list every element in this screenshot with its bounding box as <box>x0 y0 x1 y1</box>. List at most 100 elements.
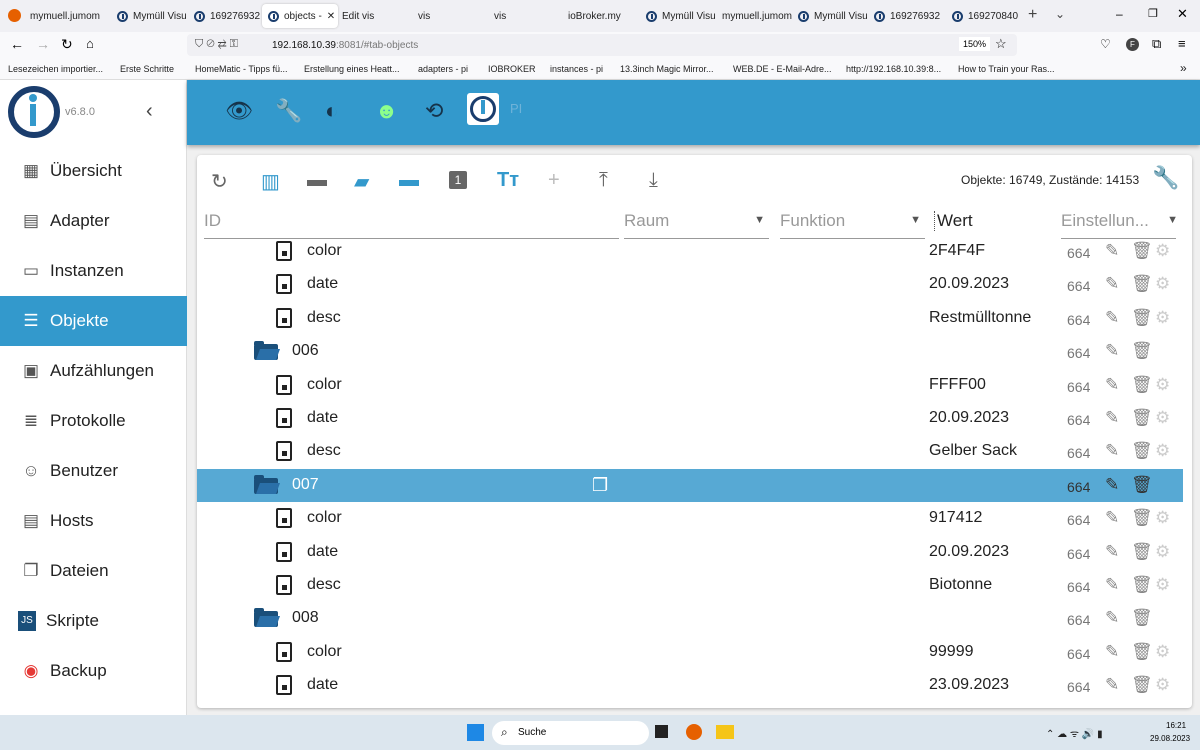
bookmark-item[interactable]: Erstellung eines Heatt... <box>304 64 400 74</box>
edit-pencil-icon[interactable]: ✎ <box>1105 241 1119 261</box>
sidebar-item-benutzer[interactable]: ☺ Benutzer <box>0 446 187 496</box>
table-row[interactable]: date 23.09.2023 664 ✎ 🗑 ⚙ <box>197 669 1183 702</box>
delete-trash-icon[interactable]: 🗑 <box>1131 475 1153 495</box>
bookmark-item[interactable]: Erste Schritte <box>120 64 174 74</box>
sidebar-item-adapter[interactable]: ▤ Adapter <box>0 196 187 246</box>
table-row[interactable]: 007 ❐ 664 ✎ 🗑 <box>197 468 1183 502</box>
expand-one-level-button[interactable]: ▬ <box>399 169 419 192</box>
browser-tab[interactable]: Mymüll Visu <box>117 4 191 28</box>
sync-disabled-icon[interactable]: ⟲ <box>425 98 443 124</box>
edit-pencil-icon[interactable]: ✎ <box>1105 308 1119 328</box>
browser-tab[interactable]: mymuell.jumom <box>30 4 104 28</box>
settings-gear-icon[interactable]: ⚙ <box>1155 308 1170 328</box>
firefox-taskbar-icon[interactable] <box>686 724 702 740</box>
edit-pencil-icon[interactable]: ✎ <box>1105 341 1119 361</box>
settings-gear-icon[interactable]: ⚙ <box>1155 508 1170 528</box>
columns-button[interactable]: ▥ <box>261 169 280 194</box>
system-tray-icons[interactable]: ⌃ ☁ ᯤ 🔊 ▮ <box>1046 726 1103 740</box>
copy-icon[interactable]: ❐ <box>592 475 608 496</box>
bookmark-item[interactable]: adapters - pi <box>418 64 468 74</box>
reload-button[interactable]: ↻ <box>61 36 73 53</box>
sidebar-item-dateien[interactable]: ❐ Dateien <box>0 546 187 596</box>
sidebar-item-aufzählungen[interactable]: ▣ Aufzählungen <box>0 346 187 396</box>
home-button[interactable]: ⌂ <box>86 36 94 51</box>
table-row[interactable]: date 20.09.2023 664 ✎ 🗑 ⚙ <box>197 536 1183 569</box>
file-explorer-icon[interactable] <box>716 725 734 739</box>
extensions-icon[interactable]: ⧉ <box>1152 36 1161 52</box>
collapse-all-button[interactable]: ▬ <box>307 169 327 192</box>
task-view-icon[interactable] <box>655 725 668 738</box>
delete-trash-icon[interactable]: 🗑 <box>1131 642 1153 662</box>
settings-gear-icon[interactable]: ⚙ <box>1155 241 1170 261</box>
table-row[interactable]: date 20.09.2023 664 ✎ 🗑 ⚙ <box>197 268 1183 301</box>
delete-trash-icon[interactable]: 🗑 <box>1131 508 1153 528</box>
edit-pencil-icon[interactable]: ✎ <box>1105 542 1119 562</box>
delete-trash-icon[interactable]: 🗑 <box>1131 408 1153 428</box>
sidebar-item-instanzen[interactable]: ▭ Instanzen <box>0 246 187 296</box>
bookmark-item[interactable]: WEB.DE - E-Mail-Adre... <box>733 64 832 74</box>
table-row[interactable]: 008 664 ✎ 🗑 <box>197 602 1183 635</box>
edit-pencil-icon[interactable]: ✎ <box>1105 408 1119 428</box>
wrench-icon[interactable]: 🔧 <box>275 98 302 124</box>
edit-pencil-icon[interactable]: ✎ <box>1105 642 1119 662</box>
delete-trash-icon[interactable]: 🗑 <box>1131 675 1153 695</box>
settings-gear-icon[interactable]: ⚙ <box>1155 542 1170 562</box>
host-logo-icon[interactable] <box>467 93 499 125</box>
taskbar-search[interactable]: ⌕ Suche <box>492 721 649 745</box>
windows-start-icon[interactable] <box>467 724 484 741</box>
pocket-icon[interactable]: ♡ <box>1100 37 1111 51</box>
settings-gear-icon[interactable]: ⚙ <box>1155 642 1170 662</box>
bookmark-item[interactable]: IOBROKER <box>488 64 536 74</box>
sidebar-item-objekte[interactable]: ☰ Objekte <box>0 296 187 346</box>
clock-time[interactable]: 16:21 <box>1166 721 1186 730</box>
collapse-one-level-button[interactable]: 1 <box>449 171 467 189</box>
text-size-button[interactable]: Tт <box>497 169 519 192</box>
browser-tab[interactable]: ioBroker.my <box>568 4 642 28</box>
download-button[interactable]: ⤓ <box>649 169 658 192</box>
table-row[interactable]: desc Biotonne 664 ✎ 🗑 ⚙ <box>197 569 1183 602</box>
browser-tab[interactable]: vis <box>418 4 492 28</box>
minimize-button[interactable]: – <box>1116 7 1123 21</box>
delete-trash-icon[interactable]: 🗑 <box>1131 608 1153 628</box>
delete-trash-icon[interactable]: 🗑 <box>1131 575 1153 595</box>
sidebar-item-protokolle[interactable]: ≣ Protokolle <box>0 396 187 446</box>
settings-wrench-icon[interactable]: 🔧 <box>1152 165 1179 191</box>
table-row[interactable]: color 917412 664 ✎ 🗑 ⚙ <box>197 502 1183 535</box>
browser-tab[interactable]: Mymüll Visu <box>646 4 720 28</box>
edit-pencil-icon[interactable]: ✎ <box>1105 441 1119 461</box>
browser-tab[interactable]: objects - ✕ <box>262 4 338 28</box>
delete-trash-icon[interactable]: 🗑 <box>1131 274 1153 294</box>
clock-date[interactable]: 29.08.2023 <box>1150 734 1190 743</box>
settings-gear-icon[interactable]: ⚙ <box>1155 441 1170 461</box>
sidebar-item-übersicht[interactable]: ▦ Übersicht <box>0 146 187 196</box>
table-row[interactable]: color 99999 664 ✎ 🗑 ⚙ <box>197 636 1183 669</box>
edit-pencil-icon[interactable]: ✎ <box>1105 608 1119 628</box>
url-bar[interactable]: ⛉ ⊘ ⇄ ⚿ 192.168.10.39:8081/#tab-objects … <box>187 34 1017 56</box>
settings-gear-icon[interactable]: ⚙ <box>1155 575 1170 595</box>
tab-list-chevron-icon[interactable]: ⌄ <box>1055 7 1065 21</box>
delete-trash-icon[interactable]: 🗑 <box>1131 542 1153 562</box>
settings-gear-icon[interactable]: ⚙ <box>1155 408 1170 428</box>
close-window-button[interactable]: ✕ <box>1177 6 1188 22</box>
edit-pencil-icon[interactable]: ✎ <box>1105 508 1119 528</box>
settings-gear-icon[interactable]: ⚙ <box>1155 274 1170 294</box>
bookmark-item[interactable]: How to Train your Ras... <box>958 64 1055 74</box>
sidebar-item-hosts[interactable]: ▤ Hosts <box>0 496 187 546</box>
refresh-button[interactable]: ↻ <box>211 169 228 194</box>
browser-tab[interactable]: vis <box>494 4 568 28</box>
theme-icon[interactable]: ◐ <box>325 98 338 124</box>
expert-mode-icon[interactable]: ☻ <box>375 98 398 124</box>
table-row[interactable]: desc Gelber Sack 664 ✎ 🗑 ⚙ <box>197 435 1183 468</box>
table-row[interactable]: 006 664 ✎ 🗑 <box>197 335 1183 368</box>
table-row[interactable]: color FFFF00 664 ✎ 🗑 ⚙ <box>197 369 1183 402</box>
account-icon[interactable]: F <box>1126 38 1139 51</box>
sidebar-item-backup[interactable]: ◉ Backup <box>0 646 187 696</box>
bookmarks-overflow-icon[interactable]: » <box>1180 61 1187 75</box>
forward-button[interactable]: → <box>36 36 50 52</box>
eye-icon[interactable]: 👁 <box>225 98 253 124</box>
browser-tab[interactable]: 169270840 <box>952 4 1026 28</box>
delete-trash-icon[interactable]: 🗑 <box>1131 241 1153 261</box>
bookmark-star-icon[interactable]: ☆ <box>995 36 1007 52</box>
edit-pencil-icon[interactable]: ✎ <box>1105 274 1119 294</box>
edit-pencil-icon[interactable]: ✎ <box>1105 675 1119 695</box>
